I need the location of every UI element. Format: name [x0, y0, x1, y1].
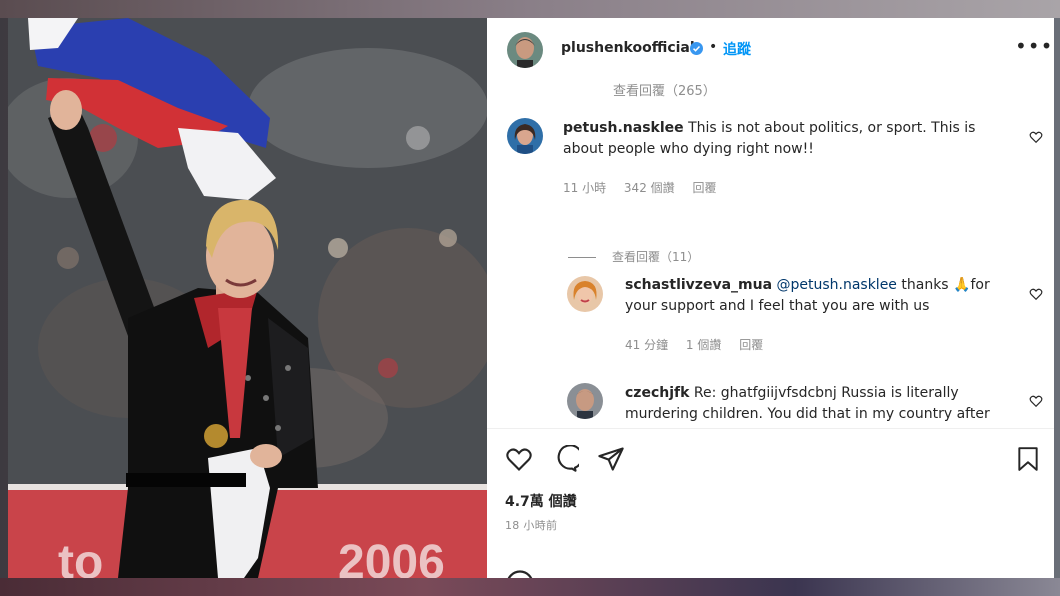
comment-time: 11 小時: [563, 181, 607, 195]
reply-username[interactable]: czechjfk: [625, 385, 689, 401]
post-photo: to 2006: [8, 18, 487, 578]
like-reply-heart-icon[interactable]: [1029, 394, 1043, 408]
follow-button[interactable]: 追蹤: [723, 39, 751, 59]
comments-list[interactable]: 查看回覆（265） petush.nasklee This is not abo…: [487, 82, 1054, 428]
header-separator: •: [709, 39, 718, 55]
reply-username[interactable]: schastlivzeva_mua: [625, 277, 772, 293]
reply-time: 41 分鐘: [625, 338, 669, 352]
replies-line: [568, 257, 596, 258]
reply-likes[interactable]: 1 個讚: [686, 338, 721, 352]
reply-mention[interactable]: @petush.nasklee: [776, 277, 896, 293]
frame-bottom-strip: [0, 578, 1060, 596]
pray-emoji: 🙏: [953, 277, 971, 293]
skater-photo-illustration: to 2006: [8, 18, 487, 578]
svg-text:2006: 2006: [338, 536, 445, 578]
save-bookmark-icon[interactable]: [1015, 445, 1041, 473]
reply-avatar[interactable]: [567, 383, 603, 419]
commenter-avatar[interactable]: [507, 118, 543, 154]
comment-meta: 11 小時 342 個讚 回覆: [563, 179, 731, 196]
svg-text:to: to: [58, 536, 103, 578]
share-paper-plane-icon[interactable]: [597, 445, 625, 473]
reply-avatar[interactable]: [567, 276, 603, 312]
like-comment-heart-icon[interactable]: [1029, 130, 1043, 144]
author-avatar[interactable]: [507, 32, 543, 68]
like-reply-heart-icon[interactable]: [1029, 287, 1043, 301]
reply-text: schastlivzeva_mua @petush.nasklee thanks…: [625, 275, 1021, 317]
instagram-post-panel: plushenkoofficial • 追蹤 ••• 查看回覆（265） pet…: [487, 18, 1054, 578]
post-header: plushenkoofficial • 追蹤 •••: [487, 18, 1054, 82]
comment-likes[interactable]: 342 個讚: [624, 181, 675, 195]
view-replies-button[interactable]: 查看回覆（11）: [568, 248, 699, 265]
like-heart-icon[interactable]: [505, 445, 533, 473]
post-timestamp: 18 小時前: [505, 519, 558, 532]
verified-badge-icon: [690, 42, 703, 55]
frame-top-strip: [0, 0, 1060, 18]
reply-button[interactable]: 回覆: [692, 181, 716, 195]
comment-bubble-icon[interactable]: [551, 445, 579, 473]
view-replies-label: 查看回覆（11）: [612, 250, 700, 264]
comment-username[interactable]: petush.nasklee: [563, 120, 684, 136]
emoji-smiley-icon[interactable]: [505, 569, 535, 578]
reply-meta: 41 分鐘 1 個讚 回覆: [625, 336, 777, 353]
post-actions: 4.7萬 個讚 18 小時前: [487, 429, 1054, 578]
reply-text: czechjfk Re: ghatfgiijvfsdcbnj Russia is…: [625, 383, 1021, 425]
reply-body-pre: thanks: [901, 277, 949, 293]
comment-text: petush.nasklee This is not about politic…: [563, 118, 1017, 160]
more-options-icon[interactable]: •••: [1015, 34, 1053, 58]
author-username[interactable]: plushenkoofficial: [561, 40, 695, 56]
cut-off-view-replies[interactable]: 查看回覆（265）: [613, 82, 716, 99]
reply-button[interactable]: 回覆: [739, 338, 763, 352]
post-likes-count[interactable]: 4.7萬 個讚: [505, 491, 577, 511]
